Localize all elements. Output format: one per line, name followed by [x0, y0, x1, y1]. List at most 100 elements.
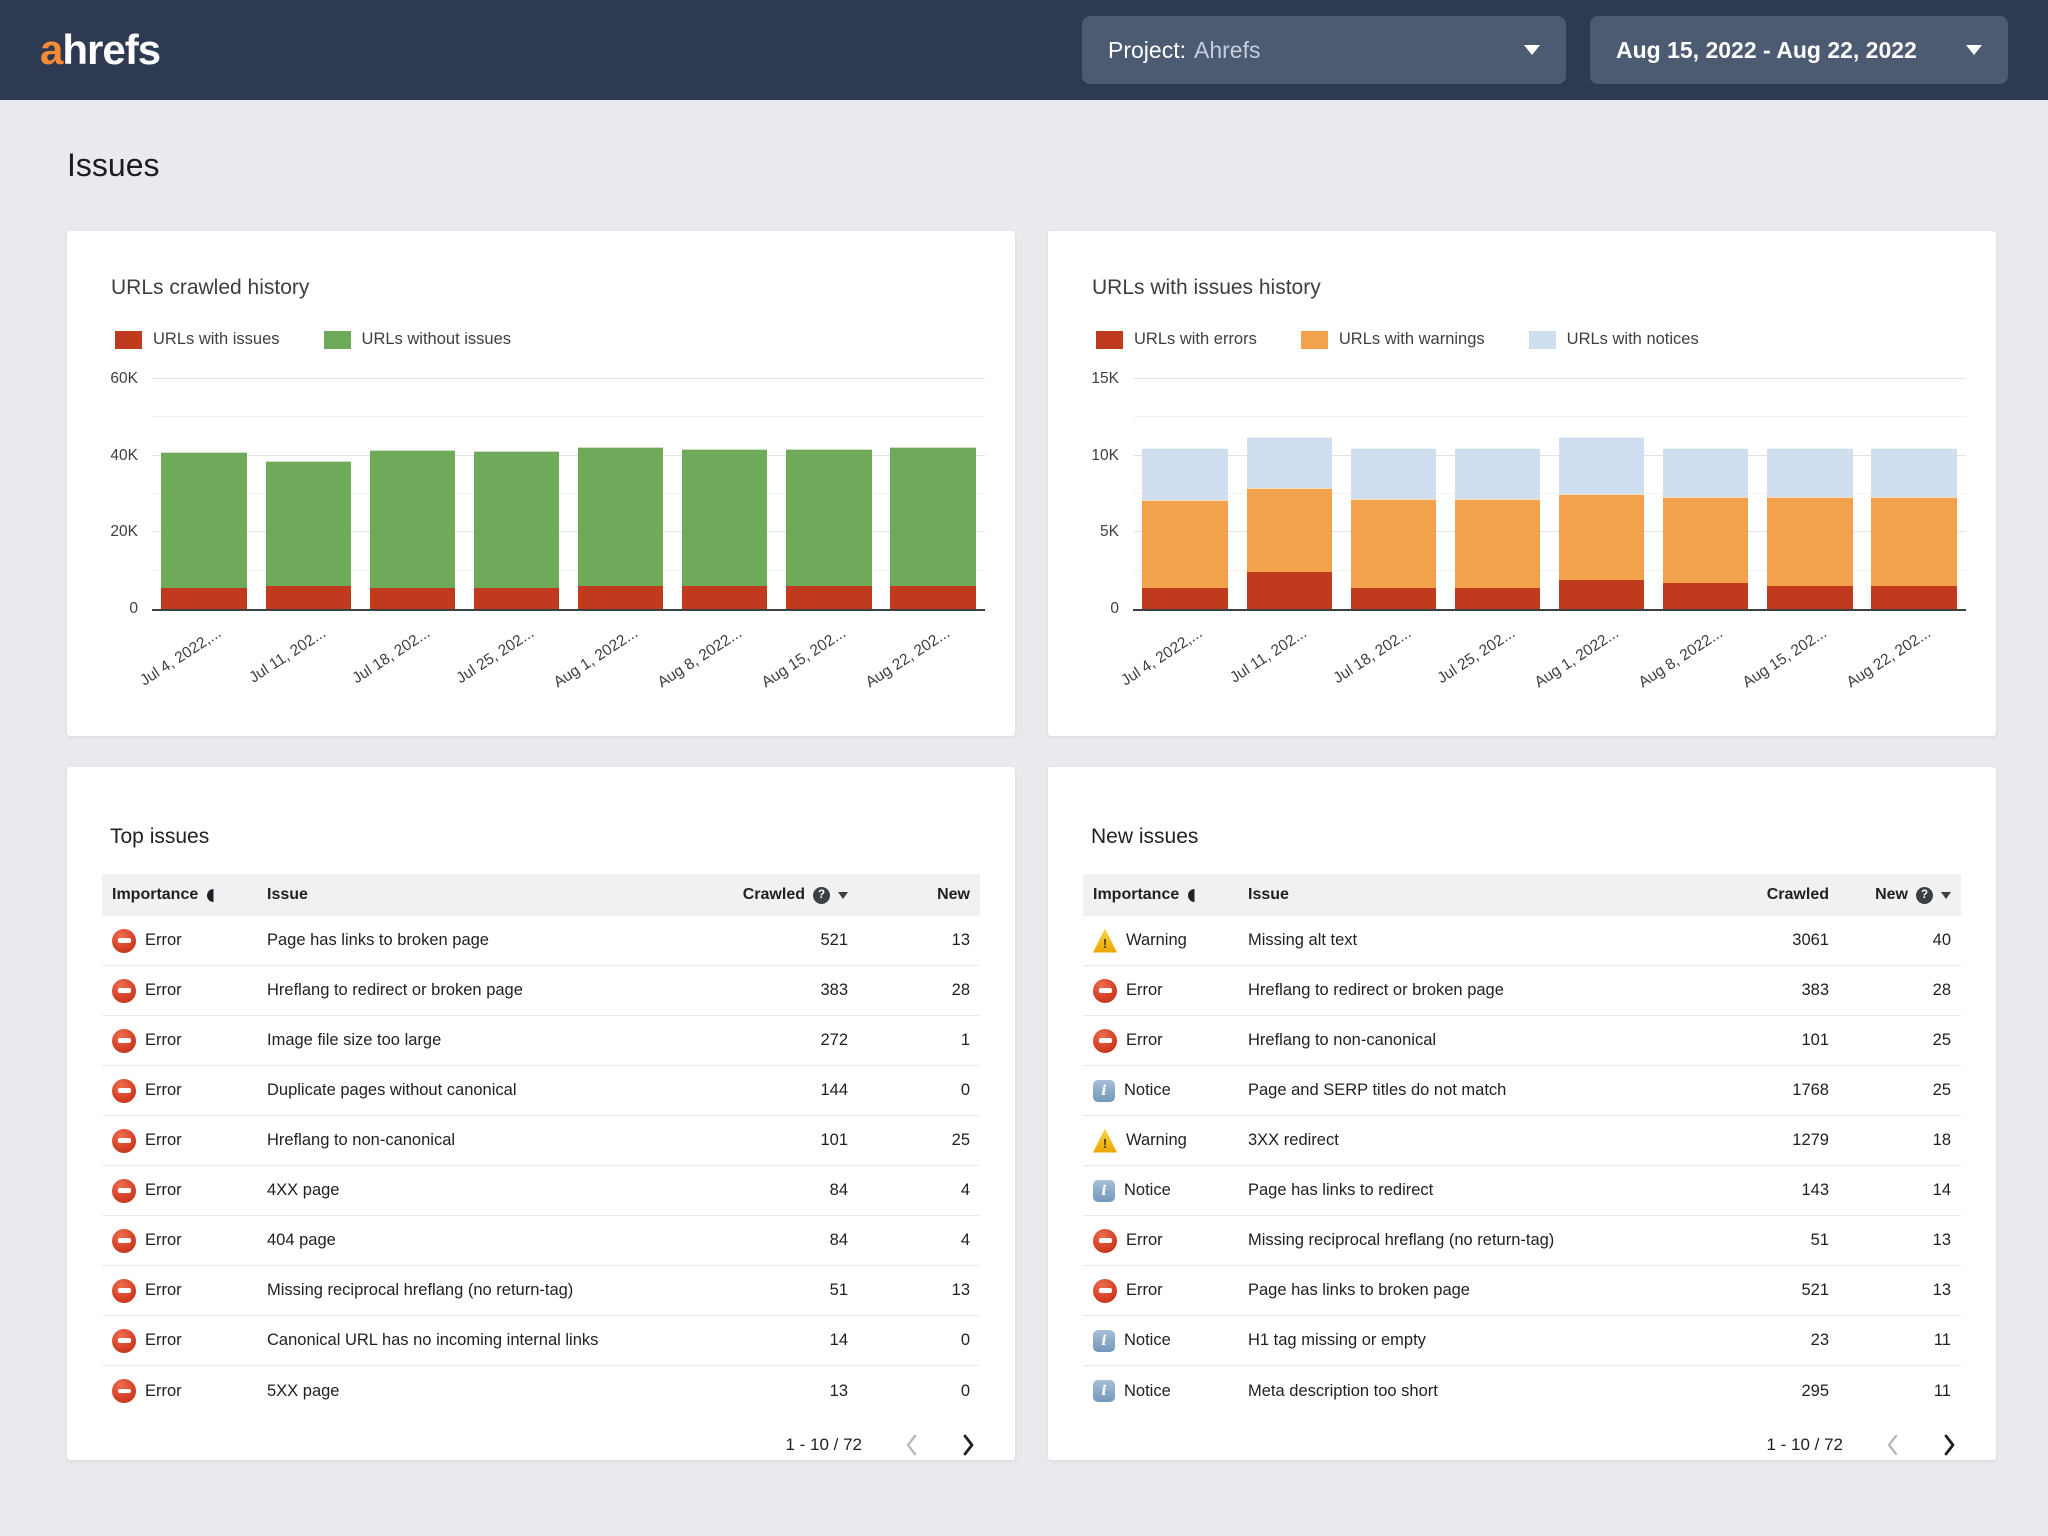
table-row: Error Page has links to broken page 521 13 [1083, 1266, 1961, 1316]
bar-segment [1350, 498, 1436, 588]
y-axis-label: 0 [1110, 600, 1119, 617]
help-icon[interactable]: ? [1916, 886, 1933, 904]
column-header-importance[interactable]: Importance [1093, 886, 1248, 904]
pagination-next-button[interactable] [1942, 1433, 1957, 1457]
table-row: Error 404 page 84 4 [102, 1216, 980, 1266]
column-header-crawled[interactable]: Crawled ? [693, 886, 848, 904]
bar-segment [1663, 497, 1749, 583]
importance-cell: Error [112, 1078, 267, 1103]
bar-group[interactable] [890, 379, 976, 609]
notice-icon: i [1093, 1380, 1115, 1402]
column-header-issue[interactable]: Issue [1248, 886, 1674, 904]
bar-slot [360, 379, 464, 609]
issue-cell: Page and SERP titles do not match [1248, 1081, 1507, 1099]
bar-segment [1454, 587, 1541, 609]
column-header-new[interactable]: New [848, 886, 970, 904]
icon-glyph [117, 1188, 131, 1193]
table-row: Error Canonical URL has no incoming inter… [102, 1316, 980, 1366]
bar-group[interactable] [1142, 379, 1228, 609]
importance-cell: Error [112, 1128, 267, 1153]
column-header-issue[interactable]: Issue [267, 886, 693, 904]
bar-segment [161, 451, 247, 589]
importance-cell: i Notice [1093, 1329, 1248, 1352]
bar-group[interactable] [1871, 379, 1957, 609]
pagination-prev-button[interactable] [904, 1433, 919, 1457]
y-axis-label: 10K [1091, 446, 1119, 464]
pagination-prev-button[interactable] [1885, 1433, 1900, 1457]
bar-group[interactable] [1246, 379, 1332, 609]
bar-slot [1862, 379, 1966, 609]
icon-glyph: ! [1102, 1135, 1108, 1151]
bar-segment [1142, 500, 1228, 588]
table-body: Error Page has links to broken page 521 13 E… [102, 916, 980, 1416]
notice-icon: i [1093, 1079, 1115, 1102]
issue-cell: 404 page [267, 1231, 336, 1249]
column-label: Issue [1248, 886, 1289, 903]
issue-cell: Meta description too short [1248, 1381, 1438, 1400]
bar-group[interactable] [682, 379, 768, 609]
page-title: Issues [67, 147, 160, 183]
chart-legend: URLs with issues URLs without issues [115, 330, 1015, 349]
x-tick-label: Jul 11, 202... [245, 624, 329, 687]
icon-glyph [117, 938, 131, 943]
y-axis-label: 5K [1100, 523, 1119, 541]
project-dropdown-label: Project: [1108, 36, 1186, 63]
importance-cell: Error [1093, 978, 1248, 1003]
crawled-cell: 295 [1801, 1381, 1829, 1400]
bar-group[interactable] [369, 379, 455, 609]
pagination-next-button[interactable] [961, 1433, 976, 1457]
y-axis-label: 0 [129, 600, 138, 617]
bar-group[interactable] [473, 379, 560, 609]
new-cell: 18 [1932, 1131, 1951, 1149]
crawled-cell: 101 [820, 1131, 848, 1149]
table-body: ! Warning Missing alt text 3061 40 Error Hrefl… [1083, 916, 1961, 1416]
icon-glyph [117, 1088, 131, 1093]
new-cell: 25 [951, 1131, 970, 1149]
bar-segment [265, 461, 351, 587]
bar-group[interactable] [786, 379, 872, 609]
bar-segment [1246, 572, 1332, 609]
error-icon [112, 978, 136, 1003]
bar-segment [786, 586, 872, 609]
project-dropdown[interactable]: Project: Ahrefs [1082, 16, 1566, 84]
bar-group[interactable] [1454, 379, 1541, 609]
table-row: Error Missing reciprocal hreflang (no ret… [102, 1266, 980, 1316]
column-header-crawled[interactable]: Crawled [1674, 886, 1829, 904]
table-row: Error 4XX page 84 4 [102, 1166, 980, 1216]
bar-group[interactable] [161, 379, 247, 609]
column-header-new[interactable]: New ? [1829, 886, 1951, 904]
importance-cell: Error [1093, 1278, 1248, 1303]
cards-grid: URLs crawled history URLs with issues URL… [67, 231, 1996, 1460]
bar-group[interactable] [1558, 379, 1645, 609]
column-label: Importance [112, 886, 199, 903]
new-cell: 28 [951, 981, 970, 999]
crawled-cell: 101 [1801, 1031, 1829, 1049]
bar-group[interactable] [1663, 379, 1749, 609]
column-header-importance[interactable]: Importance [112, 886, 267, 904]
bar-group[interactable] [1350, 379, 1436, 609]
bar-slot [777, 379, 881, 609]
issue-cell: Duplicate pages without canonical [267, 1081, 517, 1099]
bar-segment [473, 588, 560, 609]
table-header: Importance Issue Crawled New ? [1083, 874, 1961, 916]
bar-group[interactable] [1767, 379, 1853, 609]
y-axis-label: 40K [110, 446, 138, 464]
logo-letter-a: a [40, 26, 63, 73]
table-row: i Notice Page has links to redirect 143 14 [1083, 1166, 1961, 1216]
importance-label: Error [145, 1281, 182, 1299]
pagination: 1 - 10 / 72 [102, 1433, 980, 1457]
table-row: i Notice Page and SERP titles do not match… [1083, 1066, 1961, 1116]
urls-crawled-history-card: URLs crawled history URLs with issues URL… [67, 231, 1015, 736]
bar-group[interactable] [577, 379, 664, 609]
bar-segment [1871, 448, 1957, 498]
icon-glyph: i [1101, 1332, 1107, 1349]
chart-title: URLs with issues history [1092, 276, 1321, 299]
legend-item: URLs with errors [1096, 330, 1257, 349]
plot-area: 0 5K 10K 15K Jul 4, 2022,... Jul 11, 202... Ju… [1091, 370, 1966, 691]
bar-slot [569, 379, 673, 609]
date-range-dropdown[interactable]: Aug 15, 2022 - Aug 22, 2022 [1590, 16, 2008, 84]
legend-label: URLs with errors [1134, 330, 1257, 348]
importance-cell: Error [112, 1379, 267, 1403]
help-icon[interactable]: ? [813, 886, 830, 904]
bar-group[interactable] [265, 379, 351, 609]
